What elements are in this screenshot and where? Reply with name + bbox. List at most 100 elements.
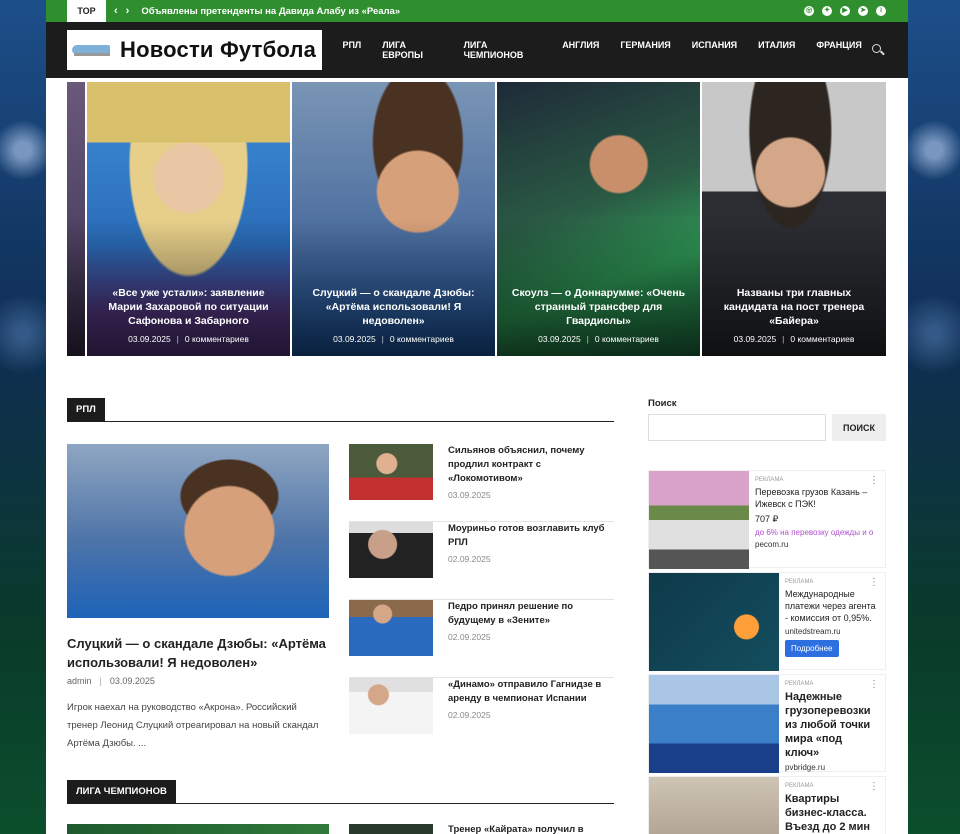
rss-icon[interactable]: ≀ — [876, 6, 886, 16]
ad-tag: РЕКЛАМА — [785, 681, 814, 687]
section-heading-champions-league: ЛИГА ЧЕМПИОНОВ — [67, 780, 614, 804]
article-thumbnail[interactable] — [349, 600, 433, 656]
list-item-title[interactable]: «Динамо» отправило Гагнидзе в аренду в ч… — [448, 678, 614, 706]
telegram-icon[interactable]: ➤ — [858, 6, 868, 16]
nav-item-rpl[interactable]: РПЛ — [332, 40, 372, 60]
ad-image[interactable] — [649, 471, 749, 569]
list-item-title[interactable]: Педро принял решение по будущему в «Зени… — [448, 600, 614, 628]
search-icon[interactable] — [872, 44, 886, 56]
slide-meta: 03.09.2025 | 0 комментариев — [538, 334, 659, 344]
nav-item-spain[interactable]: ИСПАНИЯ — [681, 40, 747, 60]
ad-tag: РЕКЛАМА — [755, 477, 784, 483]
article-thumbnail[interactable] — [349, 678, 433, 734]
chevron-right-icon[interactable]: › — [126, 5, 130, 17]
top-label: TOP — [67, 0, 106, 22]
ad-card[interactable]: РЕКЛАМА ⋮ Международные платежи через аг… — [648, 572, 886, 671]
ad-card[interactable]: РЕКЛАМА ⋮ Надежные грузоперевозки из люб… — [648, 674, 886, 773]
site-logo[interactable]: Новости Футбола — [67, 30, 322, 70]
list-item[interactable]: «Динамо» отправило Гагнидзе в аренду в ч… — [349, 678, 614, 756]
ad-details-button[interactable]: Подробнее — [785, 640, 839, 657]
slide-date: 03.09.2025 — [128, 334, 171, 344]
slide-title[interactable]: «Все уже устали»: заявление Марии Захаро… — [97, 286, 280, 328]
article-date: 03.09.2025 — [109, 676, 155, 686]
slide-partial[interactable] — [67, 82, 85, 356]
ad-image[interactable] — [649, 777, 779, 834]
slide-title[interactable]: Слуцкий — о скандале Дзюбы: «Артёма испо… — [302, 286, 485, 328]
slide-title[interactable]: Названы три главных кандидата на пост тр… — [712, 286, 876, 328]
article-author[interactable]: admin — [67, 676, 92, 686]
nav-item-france[interactable]: ФРАНЦИЯ — [806, 40, 872, 60]
slide-card[interactable]: «Все уже устали»: заявление Марии Захаро… — [87, 82, 290, 356]
ad-title[interactable]: Надежные грузоперевозки из любой точки м… — [785, 690, 879, 760]
article-thumbnail[interactable] — [349, 522, 433, 578]
more-options-icon[interactable]: ⋮ — [869, 679, 879, 690]
slide-comments[interactable]: 0 комментариев — [390, 334, 454, 344]
nav-item-champions-league[interactable]: ЛИГА ЧЕМПИОНОВ — [453, 40, 552, 60]
ad-card[interactable]: РЕКЛАМА ⋮ Перевозка грузов Казань – Ижев… — [648, 470, 886, 569]
list-item-date: 02.09.2025 — [448, 632, 491, 642]
page-background-left — [0, 0, 46, 834]
ad-domain[interactable]: pecom.ru — [755, 540, 879, 549]
ad-domain[interactable]: unitedstream.ru — [785, 627, 879, 636]
logo-text: Новости Футбола — [120, 37, 317, 62]
list-item-date: 02.09.2025 — [448, 554, 491, 564]
search-label: Поиск — [648, 398, 677, 409]
ad-title[interactable]: Квартиры бизнес-класса. Въезд до 2 мин в… — [785, 792, 879, 834]
list-item[interactable]: Моуриньо готов возглавить клуб РПЛ 02.09.… — [349, 522, 614, 600]
slide-title[interactable]: Скоулз — о Доннарумме: «Очень странный т… — [507, 286, 690, 328]
slide-card[interactable]: Слуцкий — о скандале Дзюбы: «Артёма испо… — [292, 82, 495, 356]
ad-domain[interactable]: pvbridge.ru — [785, 763, 879, 772]
site-header: Новости Футбола РПЛ ЛИГА ЕВРОПЫ ЛИГА ЧЕМ… — [46, 22, 908, 78]
main-nav: РПЛ ЛИГА ЕВРОПЫ ЛИГА ЧЕМПИОНОВ АНГЛИЯ ГЕ… — [332, 40, 872, 60]
featured-article-title[interactable]: Слуцкий — о скандале Дзюбы: «Артёма испо… — [67, 634, 329, 672]
article-thumbnail[interactable] — [349, 824, 433, 834]
ad-promo: до 6% на перевозку одежды и о — [755, 528, 874, 537]
article-list: Сильянов объяснил, почему продлил контра… — [349, 444, 614, 756]
slide-comments[interactable]: 0 комментариев — [595, 334, 659, 344]
list-item-date: 02.09.2025 — [448, 710, 491, 720]
ad-card[interactable]: РЕКЛАМА ⋮ Квартиры бизнес-класса. Въезд … — [648, 776, 886, 834]
slide-comments[interactable]: 0 комментариев — [790, 334, 854, 344]
nav-item-italy[interactable]: ИТАЛИЯ — [748, 40, 806, 60]
chevron-left-icon[interactable]: ‹ — [114, 5, 118, 17]
more-options-icon[interactable]: ⋮ — [869, 781, 879, 792]
slide-date: 03.09.2025 — [538, 334, 581, 344]
slide-date: 03.09.2025 — [733, 334, 777, 344]
instagram-icon[interactable]: ◎ — [804, 6, 814, 16]
more-options-icon[interactable]: ⋮ — [869, 577, 879, 588]
ad-title[interactable]: Международные платежи через агента - ком… — [785, 588, 879, 624]
list-item-title[interactable]: Тренер «Кайрата» получил в — [448, 824, 584, 834]
ad-title[interactable]: Перевозка грузов Казань – Ижевск с ПЭК! — [755, 486, 879, 510]
featured-article-excerpt: Игрок наехал на руководство «Акрона». Ро… — [67, 702, 319, 749]
slide-comments[interactable]: 0 комментариев — [185, 334, 249, 344]
ad-image[interactable] — [649, 675, 779, 773]
nav-item-europa-league[interactable]: ЛИГА ЕВРОПЫ — [372, 40, 453, 60]
list-item-title[interactable]: Сильянов объяснил, почему продлил контра… — [448, 444, 614, 486]
article-thumbnail[interactable] — [67, 824, 329, 834]
ticker-arrows: ‹ › — [114, 5, 129, 17]
social-links: ◎ ✦ ▶ ➤ ≀ — [804, 6, 886, 16]
list-item-title[interactable]: Моуриньо готов возглавить клуб РПЛ — [448, 522, 614, 550]
featured-article-meta: admin | 03.09.2025 — [67, 676, 155, 686]
ad-image[interactable] — [649, 573, 779, 671]
list-item[interactable]: Педро принял решение по будущему в «Зени… — [349, 600, 614, 678]
section-heading-label[interactable]: ЛИГА ЧЕМПИОНОВ — [67, 780, 176, 804]
search-input[interactable] — [648, 414, 826, 441]
page-background-right — [908, 0, 960, 834]
nav-item-germany[interactable]: ГЕРМАНИЯ — [610, 40, 681, 60]
ticker-headline[interactable]: Объявлены претенденты на Давида Алабу из… — [141, 6, 400, 17]
more-options-icon[interactable]: ⋮ — [869, 475, 879, 486]
featured-article-image[interactable] — [67, 444, 329, 618]
top-bar: TOP ‹ › Объявлены претенденты на Давида … — [46, 0, 908, 22]
nav-item-england[interactable]: АНГЛИЯ — [552, 40, 610, 60]
featured-slider: «Все уже устали»: заявление Марии Захаро… — [67, 82, 887, 356]
dzen-icon[interactable]: ✦ — [822, 6, 832, 16]
article-thumbnail[interactable] — [349, 444, 433, 500]
slide-card[interactable]: Названы три главных кандидата на пост тр… — [702, 82, 886, 356]
search-button[interactable]: ПОИСК — [832, 414, 886, 441]
youtube-icon[interactable]: ▶ — [840, 6, 850, 16]
slide-card[interactable]: Скоулз — о Доннарумме: «Очень странный т… — [497, 82, 700, 356]
list-item[interactable]: Сильянов объяснил, почему продлил контра… — [349, 444, 614, 522]
slide-meta: 03.09.2025 | 0 комментариев — [128, 334, 249, 344]
section-heading-label[interactable]: РПЛ — [67, 398, 105, 422]
